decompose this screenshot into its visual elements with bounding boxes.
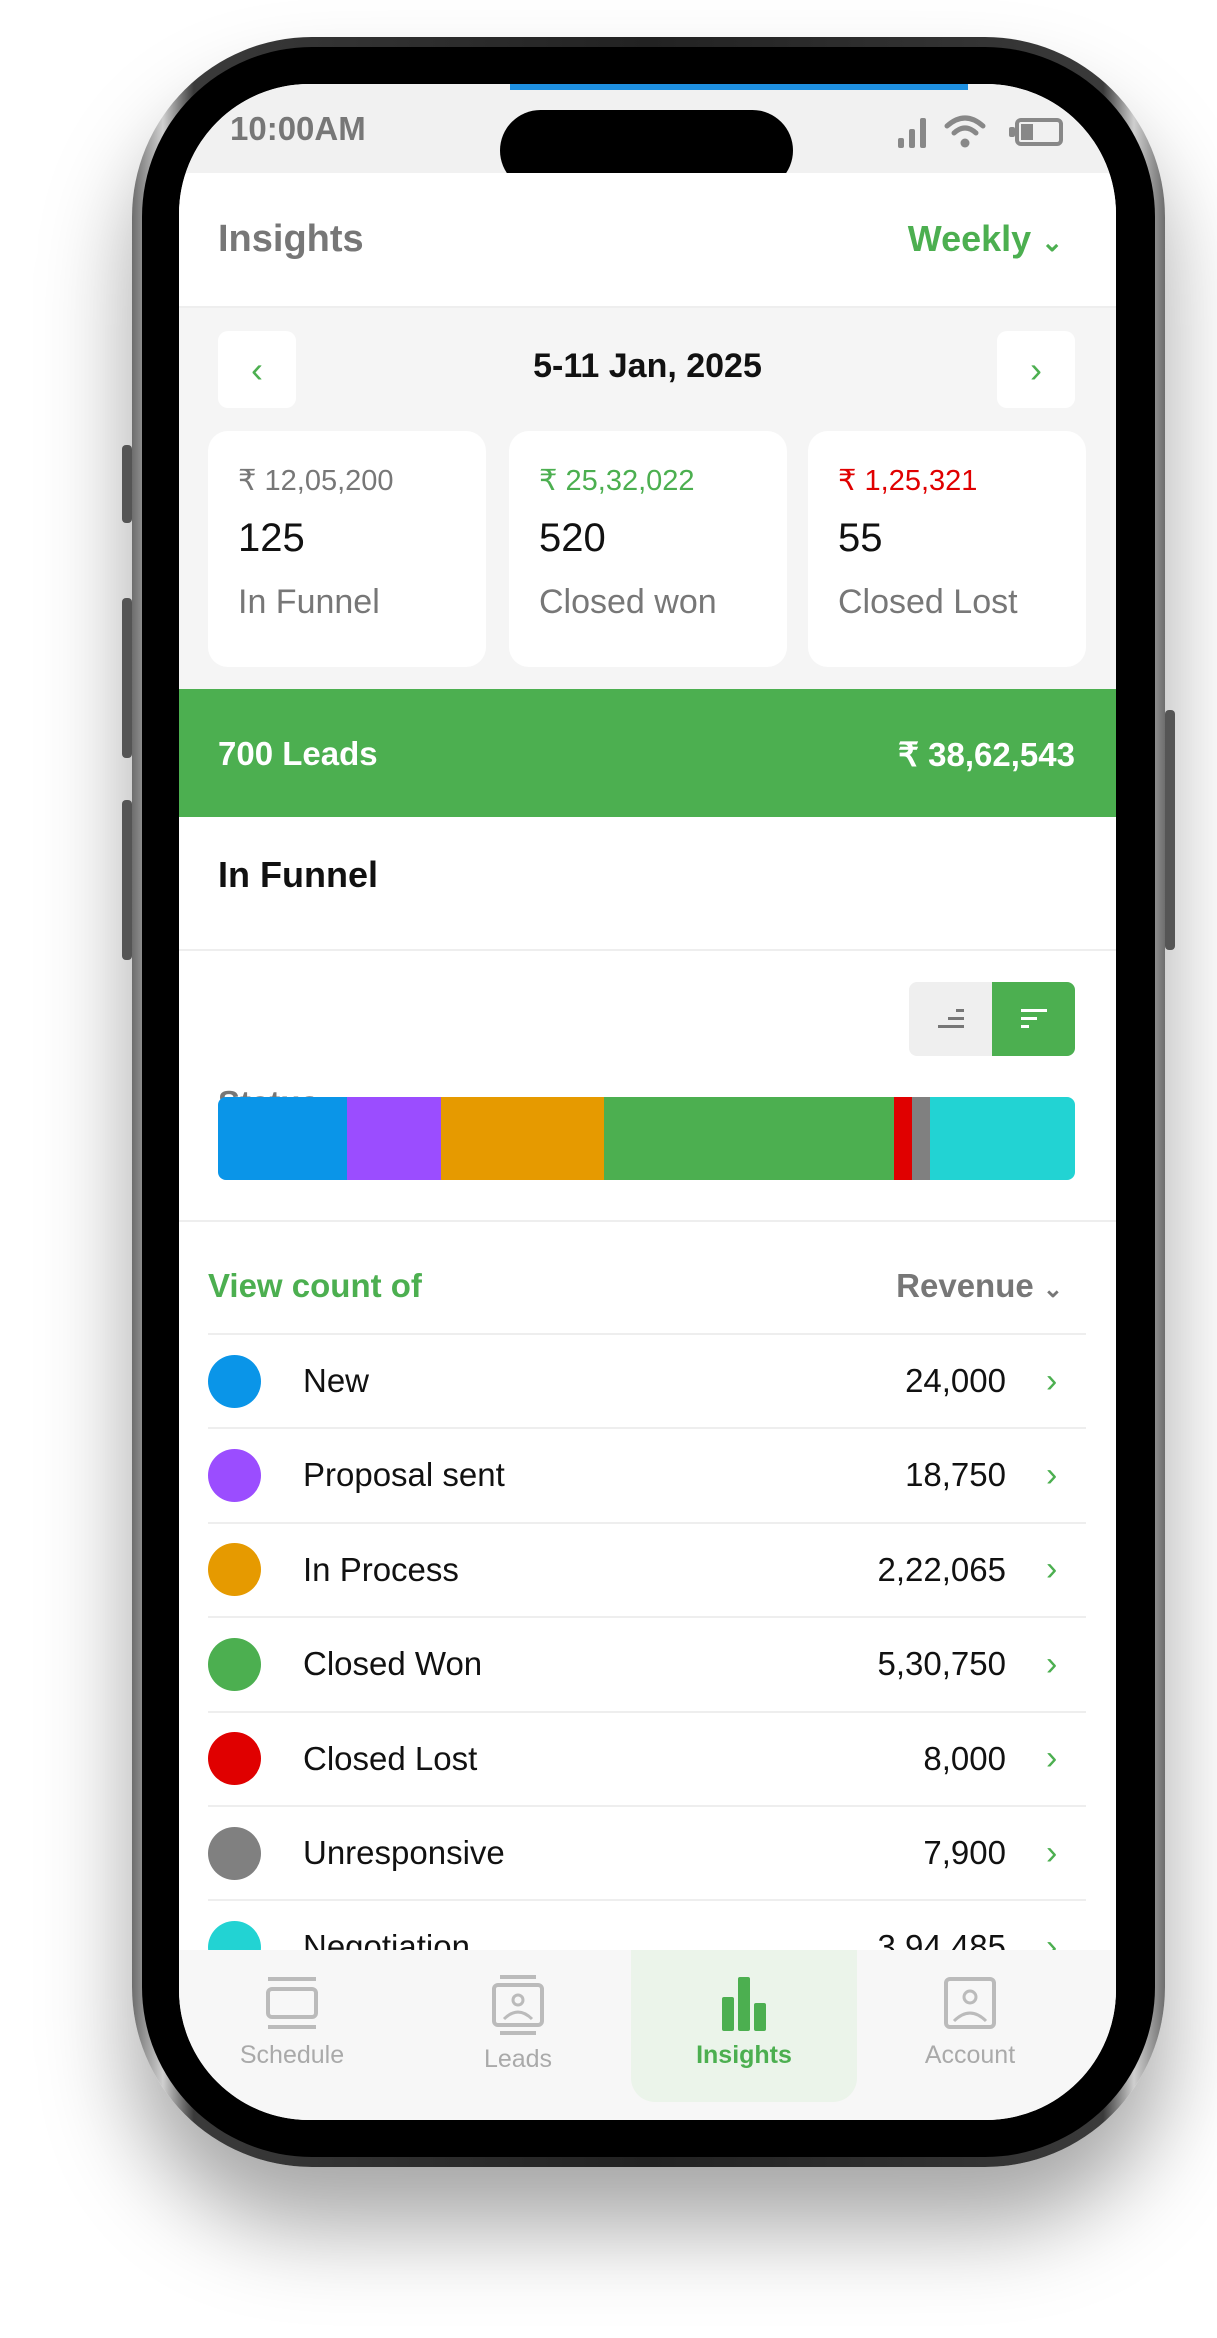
chevron-right-icon: › — [1046, 1739, 1058, 1778]
date-range: 5-11 Jan, 2025 — [533, 347, 762, 385]
volume-down-button — [122, 800, 132, 960]
card-label: Closed Lost — [838, 583, 1018, 621]
sort-ascending-button[interactable] — [909, 982, 992, 1056]
leads-summary-bar: 700 Leads ₹ 38,62,543 — [179, 689, 1116, 817]
metric-label: Revenue — [896, 1267, 1034, 1304]
status-row[interactable]: Unresponsive 7,900 › — [208, 1805, 1086, 1899]
status-label: Closed Won — [303, 1645, 483, 1683]
card-closed-lost[interactable]: ₹ 1,25,321 55 Closed Lost — [808, 431, 1086, 667]
card-count: 520 — [539, 516, 606, 560]
sort-toggle — [909, 982, 1075, 1056]
status-row[interactable]: Closed Lost 8,000 › — [208, 1710, 1086, 1805]
section-title: In Funnel — [218, 854, 378, 895]
status-value: 2,22,065 — [877, 1550, 1006, 1588]
status-dot — [208, 1448, 261, 1502]
page-title: Insights — [218, 218, 364, 260]
tab-account[interactable]: Account — [857, 1950, 1083, 2120]
view-count-label: View count of — [208, 1267, 422, 1304]
card-label: Closed won — [539, 583, 717, 621]
bar-segment-in-process — [441, 1097, 604, 1180]
metric-dropdown[interactable]: Revenue ⌄ — [896, 1267, 1063, 1305]
status-value: 18,750 — [905, 1456, 1006, 1494]
sort-ascending-icon — [937, 1009, 964, 1028]
period-label: Weekly — [907, 218, 1032, 259]
bar-segment-new — [218, 1097, 348, 1180]
status-label: Closed Lost — [303, 1739, 478, 1777]
card-amount: ₹ 12,05,200 — [238, 465, 394, 497]
status-value: 8,000 — [923, 1739, 1006, 1777]
chevron-right-icon: › — [1046, 1361, 1058, 1400]
volume-up-button — [122, 598, 132, 758]
status-value: 24,000 — [905, 1362, 1006, 1399]
chevron-right-icon: › — [1046, 1644, 1058, 1683]
status-dot — [208, 1637, 261, 1691]
next-week-button[interactable]: › — [997, 331, 1075, 408]
tab-schedule[interactable]: Schedule — [179, 1950, 405, 2120]
bar-segment-closed-lost — [893, 1097, 912, 1180]
status-bar: 10:00AM — [179, 84, 1116, 191]
card-amount: ₹ 1,25,321 — [838, 465, 978, 497]
status-dot — [208, 1354, 261, 1408]
sort-descending-button[interactable] — [992, 982, 1075, 1056]
status-row[interactable]: Closed Won 5,30,750 › — [208, 1616, 1086, 1710]
status-label: Proposal sent — [303, 1456, 505, 1494]
status-time: 10:00AM — [230, 110, 366, 147]
status-dot — [208, 1826, 261, 1880]
chevron-right-icon: › — [1046, 1833, 1058, 1872]
bar-segment-proposal-sent — [347, 1097, 442, 1180]
battery-icon — [1009, 118, 1063, 146]
period-dropdown[interactable]: Weekly ⌄ — [908, 218, 1063, 260]
account-icon — [944, 1977, 996, 2029]
status-dot — [208, 1543, 261, 1597]
tab-label: Insights — [696, 2041, 792, 2069]
status-value: 7,900 — [923, 1834, 1006, 1871]
insights-icon — [722, 1977, 766, 2031]
tab-label: Account — [924, 2041, 1016, 2069]
tab-label: Schedule — [239, 2041, 345, 2069]
power-button — [1165, 710, 1175, 950]
progress-line — [510, 84, 968, 90]
leads-icon — [492, 1975, 544, 2035]
card-closed-won[interactable]: ₹ 25,32,022 520 Closed won — [509, 431, 787, 667]
divider — [179, 1220, 1116, 1222]
sort-descending-icon — [1020, 1009, 1047, 1028]
screen: 10:00AM Insights Weekly ⌄ ‹ 5-11 Jan, 20… — [179, 84, 1116, 2120]
bar-segment-unresponsive — [911, 1097, 930, 1180]
action-button — [122, 445, 132, 523]
card-count: 55 — [838, 516, 883, 560]
status-label: New — [303, 1362, 370, 1399]
status-stacked-bar — [218, 1097, 1075, 1180]
card-count: 125 — [238, 516, 305, 560]
tab-leads[interactable]: Leads — [405, 1950, 631, 2120]
chevron-right-icon: › — [1030, 348, 1042, 390]
wifi-icon — [944, 115, 986, 148]
schedule-icon — [266, 1977, 318, 2029]
status-label: In Process — [303, 1550, 459, 1588]
leads-count: 700 Leads — [218, 735, 378, 772]
app-header: Insights Weekly ⌄ — [179, 173, 1116, 308]
status-dot — [208, 1732, 261, 1786]
status-row[interactable]: In Process 2,22,065 › — [208, 1521, 1086, 1616]
bar-segment-negotiation — [929, 1097, 1075, 1180]
chevron-right-icon: › — [1046, 1550, 1058, 1589]
status-value: 5,30,750 — [877, 1645, 1006, 1683]
signal-icon — [898, 118, 926, 148]
bar-segment-closed-won — [603, 1097, 894, 1180]
card-amount: ₹ 25,32,022 — [539, 465, 695, 497]
bottom-nav: Schedule Leads Insights Account — [179, 1950, 1116, 2120]
divider — [179, 949, 1116, 951]
card-in-funnel[interactable]: ₹ 12,05,200 125 In Funnel — [208, 431, 486, 667]
tab-label: Leads — [483, 2045, 553, 2073]
status-label: Unresponsive — [303, 1834, 505, 1871]
chevron-down-icon: ⌄ — [1041, 227, 1063, 257]
status-row[interactable]: Proposal sent 18,750 › — [208, 1427, 1086, 1521]
status-row[interactable]: New 24,000 › — [208, 1333, 1086, 1427]
chevron-down-icon: ⌄ — [1042, 1276, 1063, 1303]
leads-total: ₹ 38,62,543 — [898, 736, 1075, 773]
chevron-right-icon: › — [1046, 1455, 1058, 1494]
card-label: In Funnel — [238, 583, 380, 621]
tab-insights[interactable]: Insights — [631, 1950, 857, 2102]
